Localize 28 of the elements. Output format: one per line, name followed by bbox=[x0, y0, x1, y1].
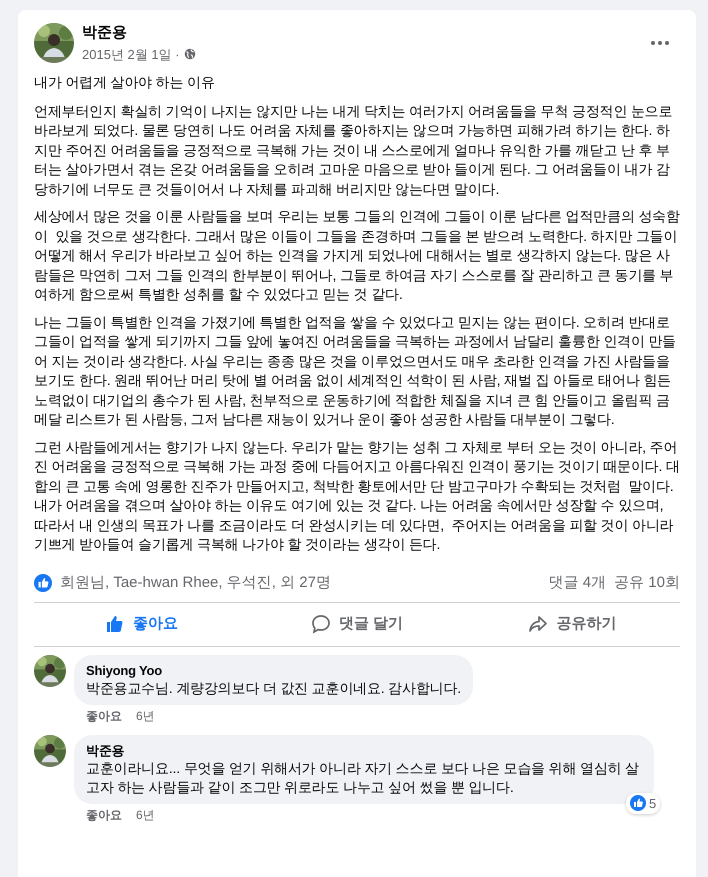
post-title: 내가 어렵게 살아야 하는 이유 bbox=[34, 74, 216, 93]
thumbs-up-icon bbox=[105, 614, 126, 634]
post-date[interactable]: 2015년 2월 1일 · bbox=[82, 44, 180, 64]
post-paragraph: 언제부터인지 확실히 기억이 나지는 않지만 나는 내게 닥치는 여러가지 어려움들을 무척 긍정적인 눈으로 바라보게 되었다. 물론 당연히 나도 어려움 자체를 좋아하지는 않으며 가능하면 피해가려 하기는 한다. 하지만 주어진 어려움들을 긍정적으로 극복해 가는 것이 내 스스로에게 얼마나 유익한 가를 깨닫고 난 후 부터는 살아가면서 겪는 온갖 어려움들을 오히려 고마운 마음으로 받아 들이게 된다. 그 어려움들이 내가 감당하기에 너무도 큰 것들이어서 나 자체를 파괴해 버리지만 않는다면 말이다. bbox=[34, 102, 674, 200]
comments-count[interactable]: 댓글 4개 bbox=[548, 572, 606, 594]
more-options-icon[interactable] bbox=[650, 40, 670, 46]
comment-author[interactable]: Shiyong Yoo bbox=[86, 660, 461, 680]
globe-icon bbox=[184, 48, 196, 60]
author-name[interactable]: 박준용 bbox=[82, 22, 642, 44]
speech-bubble-icon bbox=[310, 614, 331, 634]
like-icon bbox=[34, 574, 52, 592]
share-arrow-icon bbox=[528, 614, 548, 634]
comment-like-link[interactable]: 좋아요 bbox=[86, 806, 122, 824]
post-paragraph: 그런 사람들에게서는 향기가 나지 않는다. 우리가 맡는 향기는 성취 그 자체로 부터 오는 것이 아니라, 주어진 어려움을 긍정적으로 극복해 가는 과정 중에 다듬어지고 아름다워진 인격이 풍기는 것이기 때문이다. 대합의 큰 고통 속에 영롱한 진주가 만들어지고, 척박한 황토에서만 단 밤고구마가 수확되는 것처럼 말이다. 내가 어려움을 겪으며 살아야 하는 이유도 여기에 있는 것 같다. 나는 어려움 속에서만 성장할 수 있으며, 따라서 내 인생의 목표가 나를 조금이라도 더 완성시키는 데 있다면, 주어지는 어려움을 피할 것이 아니라 기쁘게 받아들여 슬기롭게 극복해 나가야 할 것이라는 생각이 든다. bbox=[34, 438, 680, 555]
comment-button[interactable]: 댓글 달기 bbox=[249, 607, 465, 642]
post-paragraph: 나는 그들이 특별한 인격을 가졌기에 특별한 업적을 쌓을 수 있었다고 믿지는 않는 편이다. 오히려 반대로 그들이 업적을 쌓게 되기까지 그들 앞에 놓여진 어려움들을 극복하는 과정에서 남달리 훌륭한 인격이 만들어 지는 것이라 생각한다. 사실 우리는 종종 많은 것을 이루었으면서도 매우 초라한 인격을 가진 사람들을 보기도 한다. 원래 뛰어난 머리 탓에 별 어려움 없이 세계적인 석학이 된 사람, 재벌 집 아들로 태어나 힘든 노력없이 대기업의 총수가 된 사람, 천부적으로 운동하기에 적합한 체질을 지녀 큰 힘 안들이고 올림픽 금메달 리스트가 된 사람등, 그저 남다른 재능이 있거나 운이 좋아 성공한 사람들 대부분이 그렇다. bbox=[34, 314, 678, 430]
comment-time[interactable]: 6년 bbox=[136, 706, 155, 724]
comment-like-link[interactable]: 좋아요 bbox=[86, 706, 122, 724]
post-paragraph: 세상에서 많은 것을 이룬 사람들을 보며 우리는 보통 그들의 인격에 그들이 이룬 남다른 업적만큼의 성숙함이 있을 것으로 생각한다. 그래서 많은 이들이 그들을 존경하며 그들을 본 받으려 노력한다. 하지만 그들이 어떻게 해서 우리가 바라보고 싶어 하는 인격을 가지게 되었나에 대해서는 별로 생각하지 않는다. 많은 사람들은 막연히 그저 그들 인격의 한부분이 뛰어나, 그들로 하여금 자기 스스로를 잘 관리하고 큰 동기를 부여하게 함으로써 특별한 성취를 할 수 있었다고 믿는 것 같다. bbox=[34, 208, 680, 305]
like-icon bbox=[630, 795, 646, 811]
share-button[interactable]: 공유하기 bbox=[464, 607, 680, 642]
comment-time[interactable]: 6년 bbox=[136, 806, 155, 824]
like-button[interactable]: 좋아요 bbox=[34, 607, 250, 642]
reactions-summary[interactable]: 회원님, Tae-hwan Rhee, 우석진, 외 27명 bbox=[60, 572, 331, 594]
comment-text: 박준용교수님. 계량강의보다 더 값진 교훈이네요. 감사합니다. bbox=[86, 680, 461, 698]
comment-author[interactable]: 박준용 bbox=[86, 740, 642, 760]
reaction-count[interactable]: 5 bbox=[626, 792, 660, 814]
shares-count[interactable]: 공유 10회 bbox=[614, 572, 680, 594]
